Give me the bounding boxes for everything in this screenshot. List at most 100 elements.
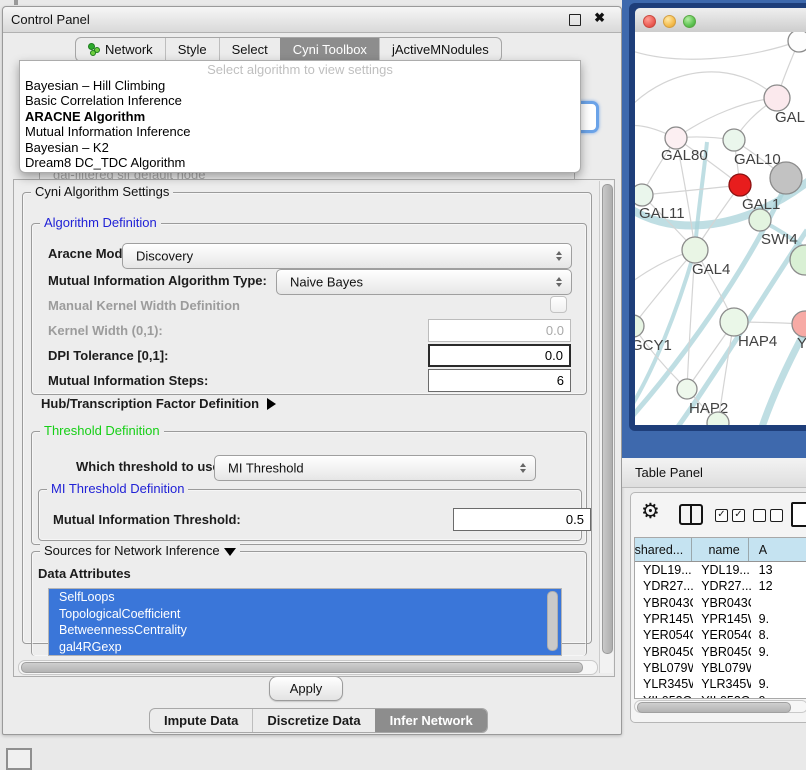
tab-style[interactable]: Style [165, 38, 219, 61]
table-cell[interactable]: YER054C [693, 627, 750, 643]
network-node-gal11[interactable] [635, 184, 653, 206]
network-node[interactable] [770, 162, 802, 194]
sources-title[interactable]: Sources for Network Inference [40, 543, 240, 558]
table-cell[interactable]: YBR043C [635, 595, 693, 611]
algorithm-option[interactable]: Dream8 DC_TDC Algorithm [20, 155, 580, 170]
kernel-width-field[interactable]: 0.0 [428, 319, 571, 342]
table-hscroll-thumb[interactable] [637, 702, 791, 713]
table-row[interactable]: YLR345WYLR345W9. [635, 676, 806, 692]
list-scrollbar-thumb[interactable] [547, 591, 558, 651]
table-row[interactable]: YDL19...YDL19...13 [635, 562, 806, 578]
table-row[interactable]: YBL079WYBL079W [635, 660, 806, 676]
table-cell[interactable]: YDR27... [693, 578, 750, 594]
table-cell[interactable]: 13 [751, 562, 806, 578]
tab-select[interactable]: Select [219, 38, 280, 61]
table-cell[interactable]: YBL079W [693, 660, 750, 676]
table-row[interactable]: YIL052CYIL052C9. [635, 692, 806, 699]
data-attribute-item[interactable]: SelfLoops [49, 589, 561, 606]
network-node-y[interactable] [792, 311, 806, 337]
table-cell[interactable]: YDL19... [635, 562, 693, 578]
deselect-all-checkboxes-icon[interactable] [753, 509, 783, 522]
table-row[interactable]: YPR145WYPR145W9. [635, 611, 806, 627]
mi-type-select[interactable]: Naive Bayes [276, 269, 572, 295]
hub-definition-expander[interactable]: Hub/Transcription Factor Definition [41, 396, 276, 411]
data-attribute-item[interactable]: gal4RGexp [49, 639, 561, 656]
table-cell[interactable]: 9. [751, 692, 806, 699]
network-node-gal4[interactable] [682, 237, 708, 263]
network-node-gcy1[interactable] [635, 315, 644, 337]
tab-cyni-toolbox[interactable]: Cyni Toolbox [280, 38, 379, 61]
dpi-tolerance-field[interactable]: 0.0 [428, 344, 571, 367]
tab-network[interactable]: Network [76, 38, 165, 61]
table-cell[interactable]: YLR345W [635, 676, 693, 692]
table-cell[interactable] [751, 660, 806, 676]
horizontal-scrollbar-thumb[interactable] [21, 662, 583, 673]
network-node-hap2[interactable] [677, 379, 697, 399]
network-node-swi4[interactable] [749, 209, 771, 231]
tab-jactivemnodules[interactable]: jActiveMNodules [379, 38, 501, 61]
table-row[interactable]: YBR045CYBR045C9. [635, 643, 806, 659]
gear-icon[interactable]: ⚙ [641, 499, 660, 524]
table-cell[interactable]: YIL052C [635, 692, 693, 699]
close-icon[interactable]: ✖ [594, 10, 605, 26]
manual-kernel-checkbox[interactable] [550, 296, 567, 313]
table-cell[interactable]: YPR145W [693, 611, 750, 627]
which-threshold-select[interactable]: MI Threshold [214, 455, 536, 481]
bottom-tab-impute-data[interactable]: Impute Data [150, 709, 252, 732]
network-node-gal1[interactable] [729, 174, 751, 196]
network-view[interactable]: GALGAL80GAL10GAL1GAL11SWI4GAL4GCY1HAP4YH… [635, 32, 806, 425]
table-row[interactable]: YBR043CYBR043C [635, 595, 806, 611]
control-panel-titlebar[interactable]: Control Panel ✖ [3, 7, 621, 33]
table-cell[interactable]: 9. [751, 611, 806, 627]
table-row[interactable]: YDR27...YDR27...12 [635, 578, 806, 594]
table-horizontal-scrollbar[interactable] [634, 700, 806, 713]
bottom-tab-infer-network[interactable]: Infer Network [375, 709, 487, 732]
network-window-titlebar[interactable] [635, 8, 806, 33]
bottom-tab-discretize-data[interactable]: Discretize Data [252, 709, 374, 732]
table-cell[interactable]: YDR27... [635, 578, 693, 594]
column-layout-icon[interactable] [679, 504, 703, 525]
algorithm-option[interactable]: ARACNE Algorithm [20, 109, 580, 124]
network-node-gal10[interactable] [723, 129, 745, 151]
apply-button[interactable]: Apply [269, 676, 343, 701]
column-header-3[interactable]: A [749, 538, 806, 561]
table-cell[interactable]: YER054C [635, 627, 693, 643]
data-attribute-item[interactable]: TopologicalCoefficient [49, 606, 561, 623]
minimized-panel-icon[interactable] [6, 748, 32, 770]
vertical-scrollbar-thumb[interactable] [602, 184, 613, 654]
network-node-gal[interactable] [764, 85, 790, 111]
network-node-gal80[interactable] [665, 127, 687, 149]
float-window-icon[interactable] [569, 14, 581, 26]
table-cell[interactable]: 9. [751, 676, 806, 692]
aracne-mode-select[interactable]: Discovery [122, 243, 572, 269]
document-icon[interactable] [791, 502, 806, 527]
network-node[interactable] [788, 32, 806, 52]
select-all-checkboxes-icon[interactable]: ✓✓ [715, 509, 745, 522]
table-cell[interactable]: YLR345W [693, 676, 750, 692]
algorithm-option[interactable]: Bayesian – K2 [20, 140, 580, 155]
table-cell[interactable]: YIL052C [693, 692, 750, 699]
horizontal-scrollbar[interactable] [18, 660, 598, 675]
algorithm-option[interactable]: Bayesian – Hill Climbing [20, 78, 580, 93]
data-attribute-item[interactable]: BetweennessCentrality [49, 622, 561, 639]
algorithm-option[interactable]: Basic Correlation Inference [20, 93, 580, 108]
column-header-1[interactable]: shared... [635, 538, 692, 561]
table-cell[interactable]: YBL079W [635, 660, 693, 676]
vertical-scrollbar[interactable] [599, 181, 613, 673]
table-cell[interactable]: YBR045C [635, 643, 693, 659]
table-cell[interactable]: 9. [751, 643, 806, 659]
close-traffic-light[interactable] [643, 15, 656, 28]
table-panel-titlebar[interactable]: Table Panel [622, 458, 806, 488]
mi-steps-field[interactable]: 6 [428, 369, 571, 392]
table-cell[interactable]: YBR045C [693, 643, 750, 659]
network-node-hap4[interactable] [720, 308, 748, 336]
minimize-traffic-light[interactable] [663, 15, 676, 28]
table-cell[interactable]: 12 [751, 578, 806, 594]
mi-threshold-field[interactable]: 0.5 [453, 508, 591, 531]
table-cell[interactable] [751, 595, 806, 611]
table-cell[interactable]: YBR043C [693, 595, 750, 611]
table-cell[interactable]: 8. [751, 627, 806, 643]
algorithm-option[interactable]: Mutual Information Inference [20, 124, 580, 139]
network-canvas[interactable]: GALGAL80GAL10GAL1GAL11SWI4GAL4GCY1HAP4YH… [635, 32, 806, 425]
table-cell[interactable]: YPR145W [635, 611, 693, 627]
